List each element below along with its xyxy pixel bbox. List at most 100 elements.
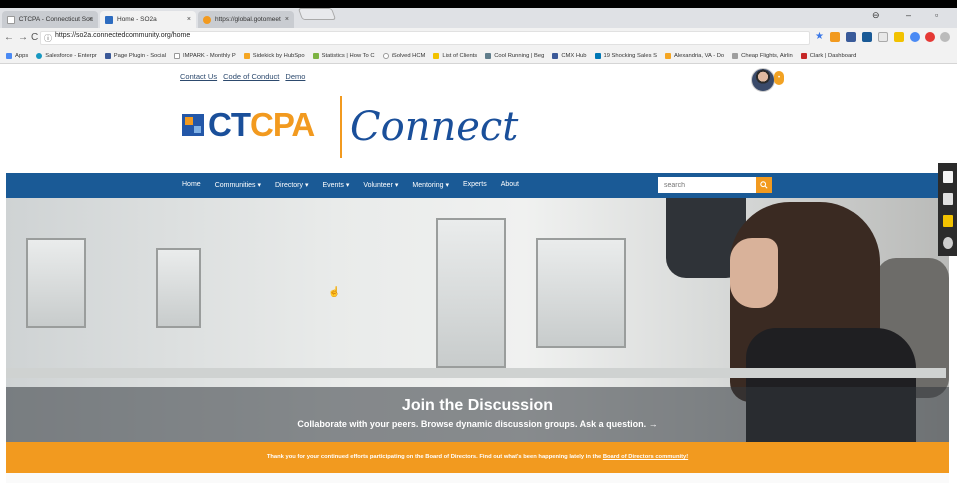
url-text[interactable]: https://so2a.connectedcommunity.org/home bbox=[55, 32, 190, 39]
board-of-directors-link[interactable]: Board of Directors community! bbox=[603, 454, 688, 460]
bookmark-label: Statistics | How To C bbox=[321, 52, 375, 59]
document-icon[interactable] bbox=[943, 171, 953, 183]
back-button[interactable]: ← bbox=[4, 32, 14, 43]
monitor-image bbox=[436, 218, 506, 368]
bookmark-label: Page Plugin - Social bbox=[113, 52, 166, 59]
extension-icon[interactable] bbox=[894, 32, 904, 42]
minimize-button[interactable]: – bbox=[906, 10, 911, 20]
avatar[interactable] bbox=[751, 68, 775, 92]
nav-mentoring[interactable]: Mentoring ▾ bbox=[412, 181, 449, 189]
sheets-icon bbox=[433, 52, 440, 59]
close-icon[interactable]: × bbox=[285, 16, 289, 23]
pencil-icon[interactable] bbox=[846, 32, 856, 42]
nav-about[interactable]: About bbox=[501, 181, 519, 189]
restore-button[interactable]: ▫ bbox=[935, 10, 938, 20]
bookmark-alexandria[interactable]: Alexandria, VA - Do bbox=[665, 52, 724, 59]
tab-home-so2a[interactable]: Home - SO2a × bbox=[100, 11, 196, 28]
contact-us-link[interactable]: Contact Us bbox=[180, 72, 217, 81]
logo-cpa-text: CPA bbox=[250, 106, 315, 143]
bookmark-label: Apps bbox=[15, 52, 29, 59]
bookmark-manager-icon[interactable] bbox=[862, 32, 872, 42]
utility-links: Contact Us Code of Conduct Demo bbox=[180, 72, 305, 81]
reload-button[interactable]: C bbox=[31, 32, 38, 43]
tab-ctcpa[interactable]: CTCPA - Connecticut Soc × bbox=[2, 11, 98, 28]
bookmark-19-shocking[interactable]: 19 Shocking Sales S bbox=[594, 52, 657, 59]
web-page: Contact Us Code of Conduct Demo • CTCPA … bbox=[6, 64, 949, 483]
nav-menu: Home Communities ▾ Directory ▾ Events ▾ … bbox=[182, 181, 519, 189]
tab-title: https://global.gotomeet bbox=[215, 16, 281, 23]
bookmark-statistics[interactable]: Statistics | How To C bbox=[312, 52, 375, 59]
folder-icon[interactable] bbox=[943, 215, 953, 227]
tab-gotomeeting[interactable]: https://global.gotomeet × bbox=[198, 11, 294, 28]
bookmarks-bar: Apps Salesforce - Enterpr Page Plugin - … bbox=[0, 48, 957, 64]
gear-icon[interactable] bbox=[943, 237, 953, 249]
nav-experts[interactable]: Experts bbox=[463, 181, 487, 189]
bookmark-cmx-hub[interactable]: CMX Hub bbox=[552, 52, 587, 59]
forward-button[interactable]: → bbox=[18, 32, 28, 43]
hero-banner[interactable]: Join the Discussion Collaborate with you… bbox=[6, 198, 949, 442]
new-tab-button[interactable] bbox=[297, 8, 337, 20]
hand-cursor-icon: ☝ bbox=[328, 287, 341, 298]
monitor-image bbox=[536, 238, 626, 348]
edit-document-icon[interactable] bbox=[943, 193, 953, 205]
nav-communities[interactable]: Communities ▾ bbox=[215, 181, 261, 189]
main-navigation: Home Communities ▾ Directory ▾ Events ▾ … bbox=[6, 173, 949, 198]
nav-directory[interactable]: Directory ▾ bbox=[275, 181, 308, 189]
close-icon[interactable]: × bbox=[89, 16, 93, 23]
profile-menu-badge[interactable]: • bbox=[774, 71, 784, 85]
bookmark-apps[interactable]: Apps bbox=[6, 52, 29, 59]
bookmark-salesforce[interactable]: Salesforce - Enterpr bbox=[36, 52, 97, 59]
site-favicon-icon bbox=[105, 15, 113, 24]
monitor-image bbox=[156, 248, 201, 328]
bookmark-label: iSolved HCM bbox=[391, 52, 426, 59]
logo-connect-text: Connect bbox=[350, 104, 519, 150]
hero-subtitle-link[interactable]: Collaborate with your peers. Browse dyna… bbox=[6, 419, 949, 429]
monitor-image bbox=[26, 238, 86, 328]
extension-icon[interactable] bbox=[830, 32, 840, 42]
menu-icon[interactable] bbox=[940, 32, 950, 42]
bookmark-label: Cheap Flights, Airlin bbox=[741, 52, 793, 59]
screen-top-border bbox=[0, 0, 957, 8]
close-icon[interactable]: × bbox=[187, 16, 191, 23]
bookmark-clark[interactable]: Clark | Dashboard bbox=[800, 52, 856, 59]
demo-link[interactable]: Demo bbox=[285, 72, 305, 81]
statistics-icon bbox=[312, 52, 319, 59]
logo-ct-text: CT bbox=[208, 106, 251, 143]
bookmark-impark[interactable]: IMPARK - Monthly P bbox=[173, 52, 236, 59]
bookmark-label: List of Clients bbox=[442, 52, 478, 59]
bookmark-label: Cool Running | Beg bbox=[494, 52, 545, 59]
bookmark-cheap-flights[interactable]: Cheap Flights, Airlin bbox=[732, 52, 793, 59]
tab-title: CTCPA - Connecticut Soc bbox=[18, 16, 93, 23]
page-icon bbox=[7, 15, 15, 24]
nav-events[interactable]: Events ▾ bbox=[322, 181, 349, 189]
bookmark-label: CMX Hub bbox=[561, 52, 587, 59]
gotomeeting-icon bbox=[203, 15, 211, 24]
bookmark-sidekick[interactable]: Sidekick by HubSpo bbox=[243, 52, 305, 59]
logo-divider bbox=[340, 96, 342, 158]
extension-icon[interactable] bbox=[910, 32, 920, 42]
runner-icon bbox=[485, 52, 492, 59]
bookmark-page-plugin[interactable]: Page Plugin - Social bbox=[104, 52, 166, 59]
extension-icon[interactable] bbox=[878, 32, 888, 42]
nav-home[interactable]: Home bbox=[182, 181, 201, 189]
code-of-conduct-link[interactable]: Code of Conduct bbox=[223, 72, 279, 81]
search-button[interactable] bbox=[756, 177, 772, 193]
announcement-text: Thank you for your continued efforts par… bbox=[6, 454, 949, 460]
bookmark-isolved[interactable]: iSolved HCM bbox=[382, 52, 426, 59]
profile-icon[interactable]: ⊖ bbox=[872, 10, 880, 21]
globe-icon bbox=[382, 52, 389, 59]
bookmark-star-icon[interactable]: ★ bbox=[815, 31, 824, 42]
bookmark-cool-running[interactable]: Cool Running | Beg bbox=[485, 52, 545, 59]
site-info-icon[interactable]: ⓘ bbox=[44, 33, 52, 44]
tab-strip: CTCPA - Connecticut Soc × Home - SO2a × … bbox=[0, 8, 957, 28]
extension-icon[interactable] bbox=[925, 32, 935, 42]
bookmark-label: Salesforce - Enterpr bbox=[45, 52, 97, 59]
facebook-icon bbox=[552, 52, 559, 59]
desk-image bbox=[6, 368, 946, 378]
bookmark-list-of-clients[interactable]: List of Clients bbox=[433, 52, 478, 59]
yelp-icon bbox=[665, 52, 671, 59]
nav-volunteer[interactable]: Volunteer ▾ bbox=[363, 181, 398, 189]
side-dock bbox=[938, 163, 957, 256]
search-input[interactable] bbox=[658, 177, 756, 193]
tab-title: Home - SO2a bbox=[117, 16, 157, 23]
